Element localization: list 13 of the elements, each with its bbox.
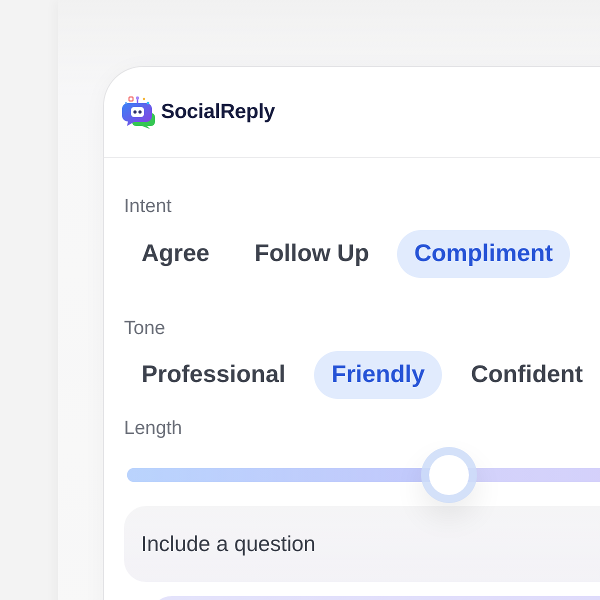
section-label: Tone xyxy=(124,318,166,340)
section-label: Intent xyxy=(124,196,173,218)
robot-chat-logo-icon xyxy=(122,95,155,129)
option-chip[interactable]: Agree xyxy=(124,230,228,278)
option-label: Include a question xyxy=(141,532,316,556)
option-chip[interactable]: Compliment xyxy=(396,230,570,278)
option-chip[interactable]: Confident xyxy=(453,351,600,399)
option-row[interactable]: Include a question xyxy=(124,506,600,582)
option-chip[interactable]: Follow Up xyxy=(237,230,387,278)
brand-name: SocialReply xyxy=(161,100,276,124)
option-chip[interactable]: Friendly xyxy=(314,351,442,399)
option-chip[interactable]: Professional xyxy=(124,351,304,399)
section-label: Length xyxy=(124,418,184,440)
